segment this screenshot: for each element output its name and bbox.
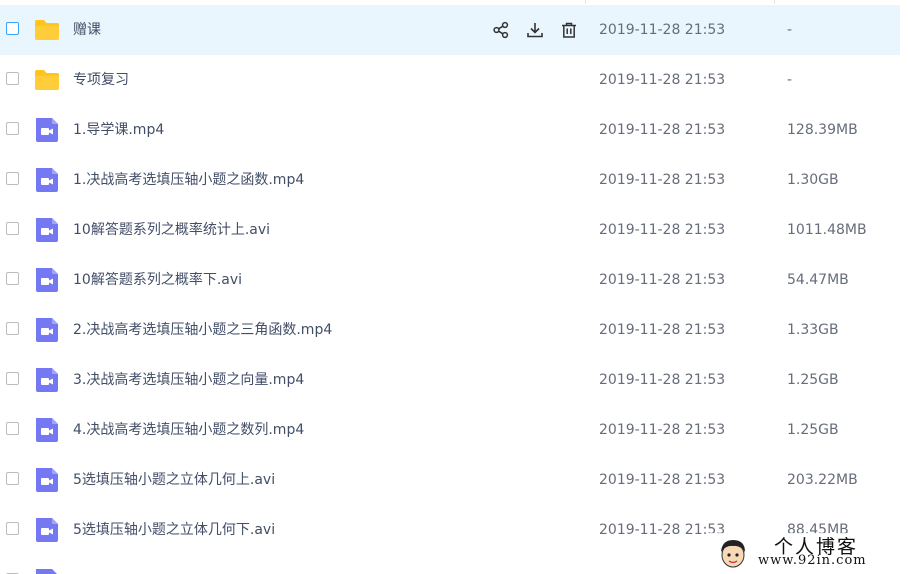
row-checkbox[interactable] bbox=[6, 472, 19, 485]
file-name[interactable]: 10解答题系列之概率下.avi bbox=[73, 255, 242, 305]
download-button[interactable] bbox=[524, 19, 546, 41]
modified-time: 2019-11-28 21:53 bbox=[599, 372, 726, 388]
modified-time: 2019-11-28 21:53 bbox=[599, 522, 726, 538]
video-file-icon bbox=[36, 468, 58, 492]
delete-button[interactable] bbox=[558, 19, 580, 41]
folder-icon bbox=[35, 70, 59, 90]
download-icon bbox=[527, 23, 543, 38]
file-list: 赠课 2019-11-28 21:53 - 专项复习 2019-11-28 21:53 -… bbox=[0, 5, 900, 555]
file-name[interactable]: 3.决战高考选填压轴小题之向量.mp4 bbox=[73, 355, 304, 405]
file-size: 1.25GB bbox=[787, 372, 839, 388]
file-name[interactable]: 1.导学课.mp4 bbox=[73, 105, 164, 155]
modified-time: 2019-11-28 21:53 bbox=[599, 122, 726, 138]
file-name[interactable]: 4.决战高考选填压轴小题之数列.mp4 bbox=[73, 405, 304, 455]
row-checkbox[interactable] bbox=[6, 322, 19, 335]
file-size: 54.47MB bbox=[787, 272, 849, 288]
file-row[interactable]: 1.决战高考选填压轴小题之函数.mp4 2019-11-28 21:53 1.30G… bbox=[0, 155, 900, 205]
file-size: - bbox=[787, 22, 793, 38]
row-checkbox[interactable] bbox=[6, 122, 19, 135]
column-divider bbox=[585, 0, 586, 4]
row-checkbox[interactable] bbox=[6, 22, 19, 35]
share-button[interactable] bbox=[490, 19, 512, 41]
file-name[interactable]: 2.决战高考选填压轴小题之三角函数.mp4 bbox=[73, 305, 332, 355]
video-file-icon bbox=[36, 318, 58, 342]
folder-row[interactable]: 专项复习 2019-11-28 21:53 - bbox=[0, 55, 900, 105]
modified-time: 2019-11-28 21:53 bbox=[599, 72, 726, 88]
file-row[interactable]: 4.决战高考选填压轴小题之数列.mp4 2019-11-28 21:53 1.25G… bbox=[0, 405, 900, 455]
row-checkbox[interactable] bbox=[6, 522, 19, 535]
modified-time: 2019-11-28 21:53 bbox=[599, 222, 726, 238]
row-checkbox[interactable] bbox=[6, 172, 19, 185]
watermark: 个人博客 www.92in.com bbox=[708, 533, 908, 574]
file-name[interactable]: 10解答题系列之概率统计上.avi bbox=[73, 205, 270, 255]
video-file-icon bbox=[36, 518, 58, 542]
file-name[interactable]: 专项复习 bbox=[73, 55, 129, 105]
file-name[interactable]: 赠课 bbox=[73, 5, 101, 55]
row-checkbox[interactable] bbox=[6, 272, 19, 285]
modified-time: 2019-11-28 21:53 bbox=[599, 272, 726, 288]
file-size: 1.25GB bbox=[787, 422, 839, 438]
file-row[interactable]: 3.决战高考选填压轴小题之向量.mp4 2019-11-28 21:53 1.25G… bbox=[0, 355, 900, 405]
video-file-icon bbox=[36, 268, 58, 292]
file-name[interactable]: 1.决战高考选填压轴小题之函数.mp4 bbox=[73, 155, 304, 205]
file-row[interactable]: 2.决战高考选填压轴小题之三角函数.mp4 2019-11-28 21:53 1.3… bbox=[0, 305, 900, 355]
file-size: - bbox=[787, 72, 793, 88]
folder-icon bbox=[35, 20, 59, 40]
row-checkbox[interactable] bbox=[6, 222, 19, 235]
file-size: 1.33GB bbox=[787, 322, 839, 338]
cartoon-avatar-icon bbox=[721, 540, 745, 568]
file-name[interactable]: 5选填压轴小题之立体几何上.avi bbox=[73, 455, 275, 505]
row-checkbox[interactable] bbox=[6, 372, 19, 385]
file-size: 128.39MB bbox=[787, 122, 858, 138]
trash-icon bbox=[562, 22, 576, 38]
modified-time: 2019-11-28 21:53 bbox=[599, 22, 726, 38]
modified-time: 2019-11-28 21:53 bbox=[599, 322, 726, 338]
folder-row[interactable]: 赠课 2019-11-28 21:53 - bbox=[0, 5, 900, 55]
row-checkbox[interactable] bbox=[6, 422, 19, 435]
video-file-icon bbox=[36, 118, 58, 142]
video-file-icon bbox=[36, 218, 58, 242]
file-row[interactable]: 10解答题系列之概率下.avi 2019-11-28 21:53 54.47MB bbox=[0, 255, 900, 305]
watermark-url: www.92in.com bbox=[758, 553, 867, 568]
video-file-icon bbox=[36, 168, 58, 192]
modified-time: 2019-11-28 21:53 bbox=[599, 422, 726, 438]
file-row[interactable]: 10解答题系列之概率统计上.avi 2019-11-28 21:53 1011.48… bbox=[0, 205, 900, 255]
file-size: 1.30GB bbox=[787, 172, 839, 188]
file-size: 203.22MB bbox=[787, 472, 858, 488]
file-name[interactable]: 5选填压轴小题之立体几何下.avi bbox=[73, 505, 275, 555]
modified-time: 2019-11-28 21:53 bbox=[599, 172, 726, 188]
modified-time: 2019-11-28 21:53 bbox=[599, 472, 726, 488]
file-size: 1011.48MB bbox=[787, 222, 867, 238]
file-row[interactable]: 5选填压轴小题之立体几何上.avi 2019-11-28 21:53 203.22M… bbox=[0, 455, 900, 505]
video-file-icon bbox=[36, 368, 58, 392]
row-actions bbox=[490, 19, 580, 41]
share-icon bbox=[493, 21, 509, 39]
file-row[interactable]: 1.导学课.mp4 2019-11-28 21:53 128.39MB bbox=[0, 105, 900, 155]
video-file-icon bbox=[36, 418, 58, 442]
video-file-icon bbox=[36, 569, 57, 574]
row-checkbox[interactable] bbox=[6, 72, 19, 85]
column-divider bbox=[774, 0, 775, 4]
